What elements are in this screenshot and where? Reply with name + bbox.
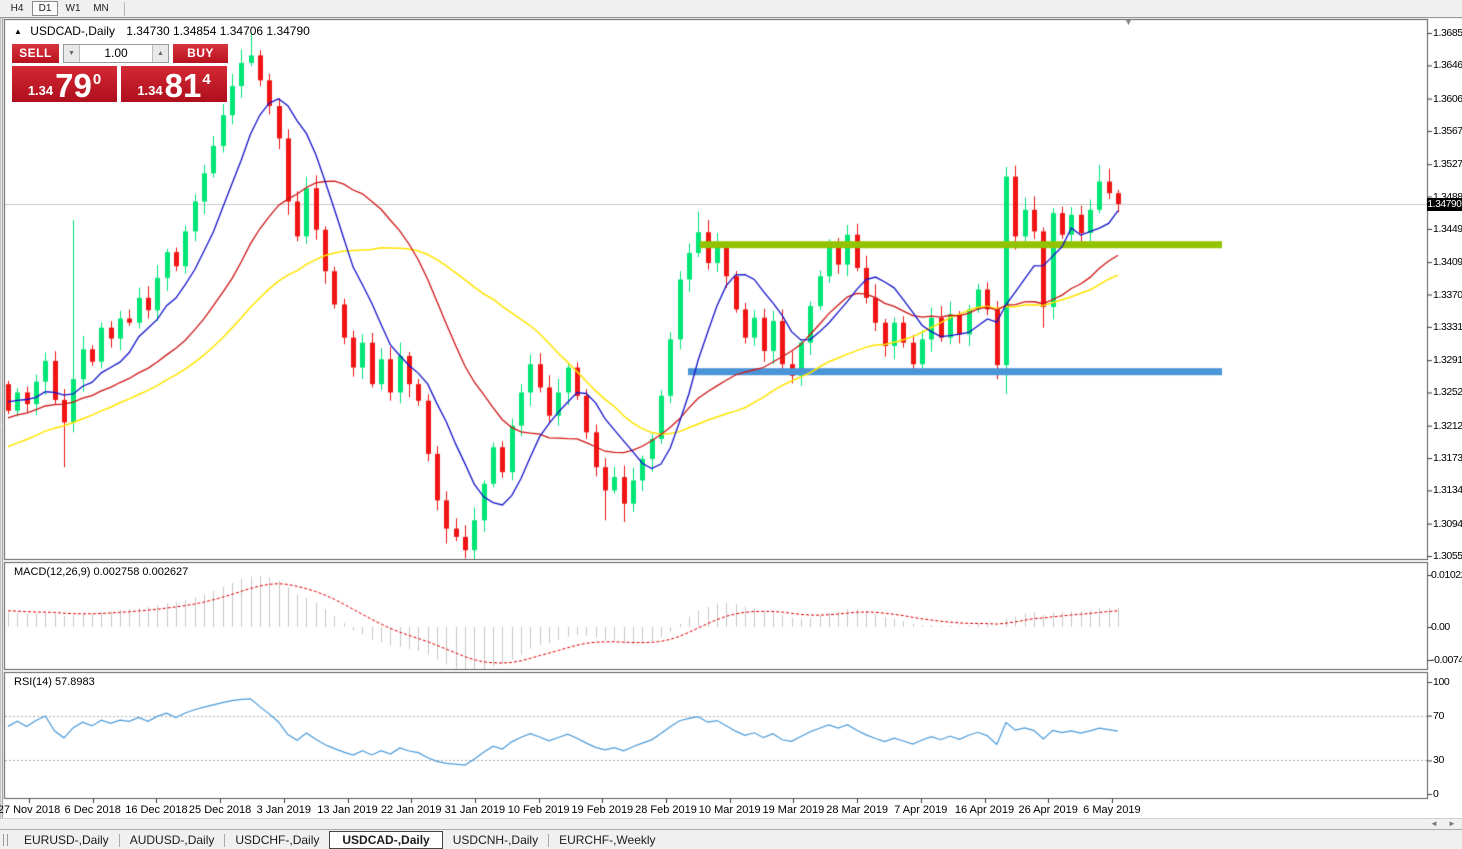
bid-big-digits: 79 xyxy=(55,67,92,104)
price-axis-label: 1.32910 xyxy=(1433,354,1462,367)
chart-title-ohlc: 1.34730 1.34854 1.34706 1.34790 xyxy=(126,24,310,38)
tabbar-grip[interactable] xyxy=(3,834,8,846)
price-axis-label: 1.35670 xyxy=(1433,124,1462,137)
date-axis-label: 6 Dec 2018 xyxy=(64,804,121,816)
chart-title: ▲ USDCAD-,Daily 1.34730 1.34854 1.34706 … xyxy=(14,24,310,38)
date-axis-label: 19 Mar 2019 xyxy=(762,804,825,816)
tab-usdchf[interactable]: USDCHF-,Daily xyxy=(225,831,329,849)
date-axis-label: 16 Dec 2018 xyxy=(125,804,188,816)
price-axis-label: 1.36060 xyxy=(1433,92,1462,105)
macd-indicator-label: MACD(12,26,9) 0.002758 0.002627 xyxy=(14,566,189,578)
date-axis-label: 16 Apr 2019 xyxy=(954,804,1015,816)
chart-title-symbol: USDCAD-,Daily xyxy=(30,24,115,38)
date-axis-label: 22 Jan 2019 xyxy=(380,804,442,816)
timeframe-button-w1[interactable]: W1 xyxy=(60,1,86,16)
price-axis-label: 1.30940 xyxy=(1433,517,1462,530)
bid-price-display[interactable]: 1.34 79 0 xyxy=(12,66,117,102)
macd-axis-label: -0.007477 xyxy=(1431,654,1462,666)
buy-button[interactable]: BUY xyxy=(173,44,228,63)
scroll-right-icon[interactable]: ► xyxy=(1448,819,1456,828)
ask-prefix: 1.34 xyxy=(137,83,163,98)
macd-axis-label: 0.010229 xyxy=(1431,569,1462,581)
toolbar-separator xyxy=(124,1,125,16)
tab-usdcad[interactable]: USDCAD-,Daily xyxy=(329,831,443,849)
date-axis-label: 25 Dec 2018 xyxy=(188,804,252,816)
date-axis-label: 28 Feb 2019 xyxy=(635,804,697,816)
price-axis-label: 1.31730 xyxy=(1433,452,1462,465)
ask-pip-digit: 4 xyxy=(202,71,211,88)
volume-spinner: ▼ 1.00 ▲ xyxy=(63,44,169,63)
macd-axis-label: 0.00 xyxy=(1431,621,1450,633)
volume-increase-button[interactable]: ▲ xyxy=(152,45,168,62)
price-axis-label: 1.36850 xyxy=(1433,27,1462,39)
one-click-trading-widget: SELL ▼ 1.00 ▲ BUY 1.34 79 0 1.34 81 4 xyxy=(12,44,228,102)
chart-canvas[interactable] xyxy=(0,0,1462,849)
symbol-triangle-icon: ▲ xyxy=(14,27,22,36)
tab-usdcnh[interactable]: USDCNH-,Daily xyxy=(443,831,548,849)
rsi-axis-label: 70 xyxy=(1433,709,1444,722)
price-axis-label: 1.36460 xyxy=(1433,59,1462,72)
rsi-indicator-label: RSI(14) 57.8983 xyxy=(14,676,95,688)
date-axis-label: 10 Feb 2019 xyxy=(507,804,570,816)
sell-button[interactable]: SELL xyxy=(12,44,59,63)
date-axis-label: 13 Jan 2019 xyxy=(317,804,378,816)
ask-big-digits: 81 xyxy=(164,67,202,104)
chart-shift-marker-icon[interactable]: ▼ xyxy=(1124,17,1133,27)
trading-app-window: H4 D1 W1 MN ▲ USDCAD-,Daily 1.34730 1.34854… xyxy=(0,0,1462,849)
price-axis-label: 1.33700 xyxy=(1433,288,1462,301)
tab-eurchf[interactable]: EURCHF-,Weekly xyxy=(549,831,665,849)
bid-prefix: 1.34 xyxy=(27,83,54,98)
price-axis-label: 1.35270 xyxy=(1433,158,1462,171)
ask-price-display[interactable]: 1.34 81 4 xyxy=(121,66,227,102)
tab-audusd[interactable]: AUDUSD-,Daily xyxy=(120,831,225,849)
price-axis-label: 1.33310 xyxy=(1433,320,1462,333)
timeframe-toolbar: H4 D1 W1 MN xyxy=(0,0,1462,18)
rsi-axis-label: 100 xyxy=(1433,676,1450,688)
price-axis-label: 1.34490 xyxy=(1433,222,1462,235)
timeframe-button-mn[interactable]: MN xyxy=(88,1,114,16)
current-price-tag: 1.34790 xyxy=(1427,197,1462,211)
scroll-left-icon[interactable]: ◄ xyxy=(1430,819,1438,828)
date-axis-label: 28 Mar 2019 xyxy=(826,804,888,816)
date-axis-label: 7 Apr 2019 xyxy=(894,804,948,816)
tab-eurusd[interactable]: EURUSD-,Daily xyxy=(14,831,119,849)
timeframe-button-d1[interactable]: D1 xyxy=(32,1,58,16)
price-axis-label: 1.30550 xyxy=(1433,550,1462,562)
date-axis-label: 3 Jan 2019 xyxy=(256,804,312,816)
rsi-axis-label: 30 xyxy=(1433,754,1444,767)
bid-pip-digit: 0 xyxy=(92,71,102,88)
price-axis-label: 1.31340 xyxy=(1433,484,1462,497)
price-axis-label: 1.32120 xyxy=(1433,419,1462,432)
date-axis-label: 19 Feb 2019 xyxy=(571,804,634,816)
date-axis-label: 26 Apr 2019 xyxy=(1018,804,1078,816)
date-axis-label: 31 Jan 2019 xyxy=(444,804,506,816)
date-axis-label: 6 May 2019 xyxy=(1083,804,1141,816)
price-axis-label: 1.34090 xyxy=(1433,256,1462,269)
date-axis-label: 10 Mar 2019 xyxy=(698,804,761,816)
date-axis-label: 27 Nov 2018 xyxy=(0,804,61,816)
rsi-axis-label: 0 xyxy=(1433,788,1439,800)
volume-field[interactable]: 1.00 xyxy=(80,45,152,62)
chart-tab-bar: EURUSD-,Daily AUDUSD-,Daily USDCHF-,Daily U… xyxy=(0,829,1462,849)
timeframe-button-h4[interactable]: H4 xyxy=(4,1,30,16)
volume-decrease-button[interactable]: ▼ xyxy=(64,45,80,62)
price-axis-label: 1.32520 xyxy=(1433,386,1462,399)
